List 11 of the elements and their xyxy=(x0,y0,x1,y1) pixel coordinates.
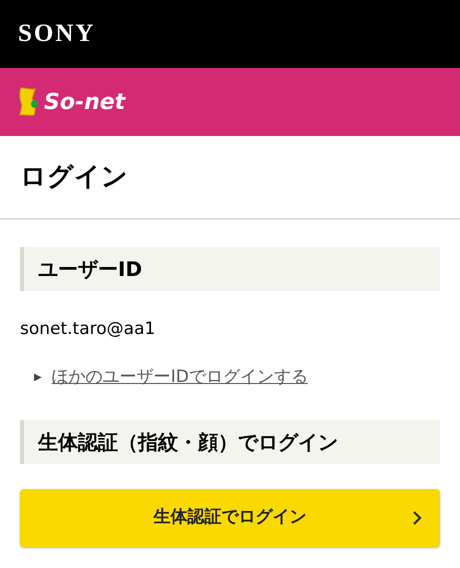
triangle-icon: ▶ xyxy=(34,370,42,385)
chevron-right-icon xyxy=(412,511,422,525)
user-id-text: sonet.taro@aa1 xyxy=(20,318,156,341)
service-logo: So-net xyxy=(44,88,126,116)
other-user-link[interactable]: ほかのユーザーIDでログインする xyxy=(52,364,308,390)
page-title: ログイン xyxy=(20,160,128,194)
section-heading: 生体認証（指紋・顔）でログイン xyxy=(20,420,440,464)
section-heading: ユーザーID xyxy=(20,247,440,291)
brand-logo: SONY xyxy=(18,19,96,50)
ribbon-logo-icon xyxy=(18,86,38,118)
biometric-login-button[interactable]: 生体認証でログイン xyxy=(20,489,440,547)
